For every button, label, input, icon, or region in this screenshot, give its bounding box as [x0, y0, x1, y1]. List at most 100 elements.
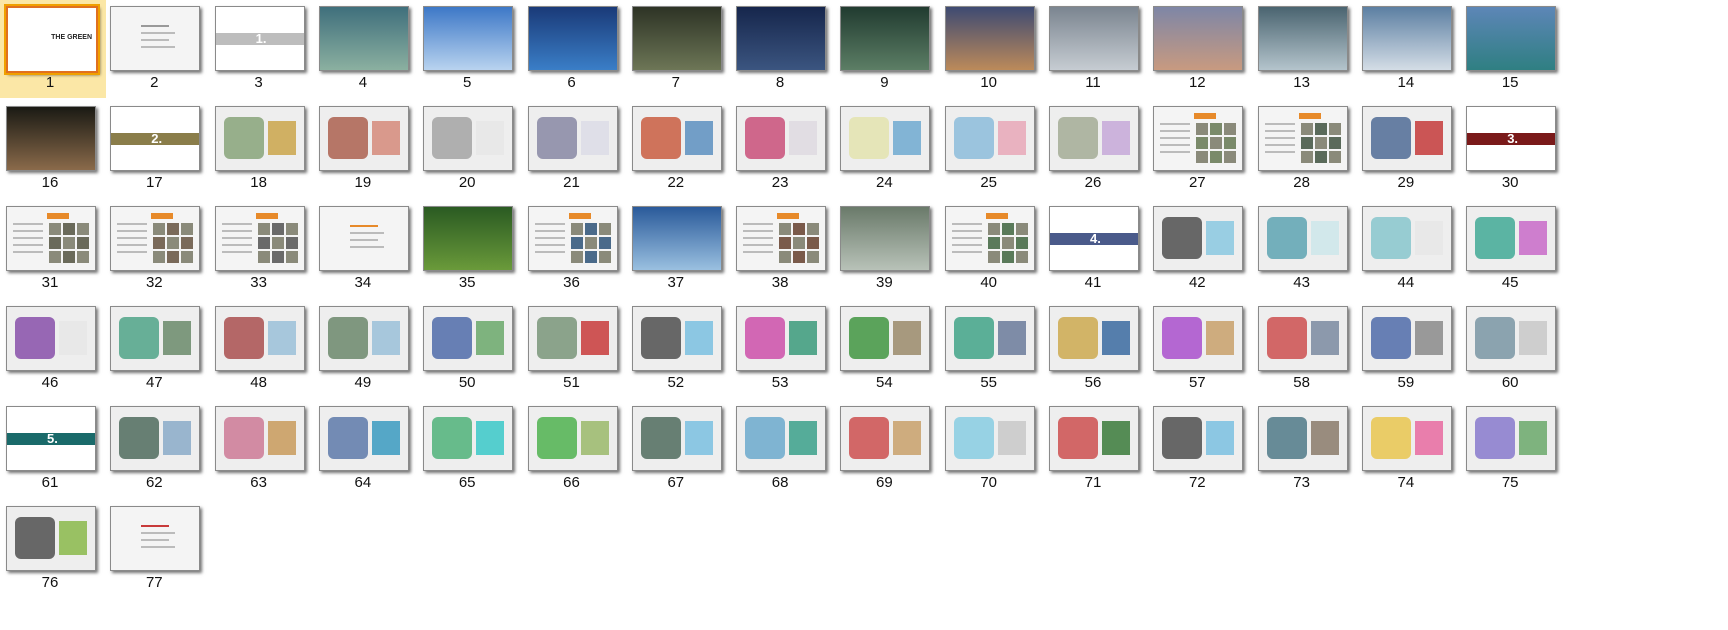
slide-thumbnail-image[interactable] — [840, 206, 931, 271]
slide-thumbnail-item[interactable]: 63 — [207, 400, 315, 498]
slide-thumbnail-image[interactable]: 1. — [214, 6, 305, 71]
slide-thumbnail-image[interactable] — [944, 106, 1035, 171]
slide-thumbnail-image[interactable] — [527, 406, 618, 471]
slide-thumbnail-item[interactable]: 52 — [624, 300, 732, 398]
slide-thumbnail-image[interactable] — [1361, 106, 1452, 171]
slide-thumbnail-image[interactable] — [631, 406, 722, 471]
slide-thumbnail-item[interactable]: 4 — [311, 0, 419, 98]
slide-thumbnail-item[interactable]: 69 — [832, 400, 940, 498]
slide-thumbnail-image[interactable] — [840, 306, 931, 371]
slide-thumbnail-image[interactable] — [1049, 106, 1139, 171]
slide-thumbnail-item[interactable]: 34 — [311, 200, 419, 298]
slide-thumbnail-image[interactable] — [944, 206, 1035, 271]
slide-thumbnail-item[interactable]: 55 — [937, 300, 1045, 398]
slide-thumbnail-image[interactable] — [1153, 6, 1244, 71]
slide-thumbnail-image[interactable] — [318, 6, 409, 71]
slide-thumbnail-image[interactable] — [944, 406, 1035, 471]
slide-thumbnail-image[interactable] — [318, 306, 409, 371]
slide-thumbnail-image[interactable] — [214, 106, 305, 171]
slide-thumbnail-item[interactable]: 59 — [1354, 300, 1462, 398]
slide-thumbnail-item[interactable]: 64 — [311, 400, 419, 498]
slide-thumbnail-image[interactable] — [631, 306, 722, 371]
slide-thumbnail-image[interactable] — [423, 206, 514, 271]
slide-thumbnail-item[interactable]: 25 — [937, 100, 1045, 198]
slide-thumbnail-image[interactable] — [6, 506, 96, 571]
slide-thumbnail-item[interactable]: 28 — [1250, 100, 1358, 198]
slide-thumbnail-image[interactable] — [110, 506, 201, 571]
slide-thumbnail-image[interactable] — [1153, 406, 1244, 471]
slide-thumbnail-item[interactable]: 3. 30 — [1458, 100, 1566, 198]
slide-thumbnail-image[interactable] — [423, 306, 514, 371]
slide-thumbnail-item[interactable]: 74 — [1354, 400, 1462, 498]
slide-thumbnail-item[interactable]: 42 — [1145, 200, 1253, 298]
slide-thumbnail-item[interactable]: 44 — [1354, 200, 1462, 298]
slide-thumbnail-image[interactable]: THE GREEN — [4, 4, 100, 75]
slide-thumbnail-image[interactable] — [214, 406, 305, 471]
slide-thumbnail-image[interactable] — [423, 106, 514, 171]
slide-thumbnail-item[interactable]: 75 — [1458, 400, 1566, 498]
slide-thumbnail-image[interactable] — [1257, 306, 1348, 371]
slide-thumbnail-item[interactable]: 10 — [937, 0, 1045, 98]
slide-thumbnail-item[interactable]: 18 — [207, 100, 315, 198]
slide-thumbnail-image[interactable] — [1361, 306, 1452, 371]
slide-thumbnail-image[interactable] — [840, 106, 931, 171]
slide-thumbnail-item[interactable]: 71 — [1041, 400, 1149, 498]
slide-thumbnail-item[interactable]: 5. 61 — [0, 400, 106, 498]
slide-thumbnail-item[interactable]: 47 — [102, 300, 210, 398]
slide-thumbnail-image[interactable] — [736, 306, 827, 371]
slide-thumbnail-image[interactable] — [6, 206, 96, 271]
slide-thumbnail-item[interactable]: 57 — [1145, 300, 1253, 398]
slide-thumbnail-image[interactable] — [1153, 206, 1244, 271]
slide-thumbnail-image[interactable] — [1466, 206, 1557, 271]
slide-thumbnail-image[interactable] — [1361, 206, 1452, 271]
slide-thumbnail-item[interactable]: 4. 41 — [1041, 200, 1149, 298]
slide-thumbnail-image[interactable] — [110, 206, 201, 271]
slide-thumbnail-image[interactable] — [527, 106, 618, 171]
slide-thumbnail-image[interactable] — [944, 6, 1035, 71]
slide-thumbnail-item[interactable]: 32 — [102, 200, 210, 298]
slide-thumbnail-image[interactable] — [736, 6, 827, 71]
slide-thumbnail-image[interactable] — [840, 6, 931, 71]
slide-thumbnail-image[interactable] — [736, 206, 827, 271]
slide-thumbnail-item[interactable]: 15 — [1458, 0, 1566, 98]
slide-thumbnail-image[interactable] — [1049, 306, 1139, 371]
slide-thumbnail-image[interactable] — [1257, 406, 1348, 471]
slide-thumbnail-item[interactable]: 72 — [1145, 400, 1253, 498]
slide-thumbnail-image[interactable] — [736, 406, 827, 471]
slide-thumbnail-image[interactable] — [318, 406, 409, 471]
slide-thumbnail-item[interactable]: 54 — [832, 300, 940, 398]
slide-thumbnail-image[interactable] — [318, 106, 409, 171]
slide-thumbnail-item[interactable]: 43 — [1250, 200, 1358, 298]
slide-thumbnail-image[interactable] — [1361, 406, 1452, 471]
slide-thumbnail-item[interactable]: 22 — [624, 100, 732, 198]
slide-thumbnail-image[interactable] — [423, 406, 514, 471]
slide-thumbnail-image[interactable]: 2. — [110, 106, 201, 171]
slide-thumbnail-item[interactable]: 31 — [0, 200, 106, 298]
slide-thumbnail-item[interactable]: 60 — [1458, 300, 1566, 398]
slide-thumbnail-item[interactable]: 36 — [520, 200, 628, 298]
slide-thumbnail-image[interactable] — [1049, 406, 1139, 471]
slide-thumbnail-item[interactable]: 12 — [1145, 0, 1253, 98]
slide-thumbnail-image[interactable] — [631, 206, 722, 271]
slide-thumbnail-image[interactable] — [631, 106, 722, 171]
slide-thumbnail-item[interactable]: 46 — [0, 300, 106, 398]
slide-thumbnail-item[interactable]: 53 — [728, 300, 836, 398]
slide-thumbnail-item[interactable]: 9 — [832, 0, 940, 98]
slide-thumbnail-image[interactable] — [1153, 306, 1244, 371]
slide-thumbnail-item[interactable]: 5 — [415, 0, 523, 98]
slide-thumbnail-item[interactable]: 26 — [1041, 100, 1149, 198]
slide-thumbnail-image[interactable] — [1257, 106, 1348, 171]
slide-thumbnail-item[interactable]: 77 — [102, 500, 210, 598]
slide-thumbnail-item[interactable]: 56 — [1041, 300, 1149, 398]
slide-thumbnail-image[interactable]: 3. — [1466, 106, 1557, 171]
slide-thumbnail-item[interactable]: 8 — [728, 0, 836, 98]
slide-thumbnail-image[interactable] — [1257, 206, 1348, 271]
slide-thumbnail-item[interactable]: 24 — [832, 100, 940, 198]
slide-thumbnail-image[interactable] — [110, 6, 201, 71]
slide-thumbnail-image[interactable] — [214, 206, 305, 271]
slide-thumbnail-image[interactable] — [840, 406, 931, 471]
slide-thumbnail-item[interactable]: 29 — [1354, 100, 1462, 198]
slide-thumbnail-item[interactable]: 11 — [1041, 0, 1149, 98]
slide-thumbnail-image[interactable]: 5. — [6, 406, 96, 471]
slide-thumbnail-item[interactable]: 68 — [728, 400, 836, 498]
